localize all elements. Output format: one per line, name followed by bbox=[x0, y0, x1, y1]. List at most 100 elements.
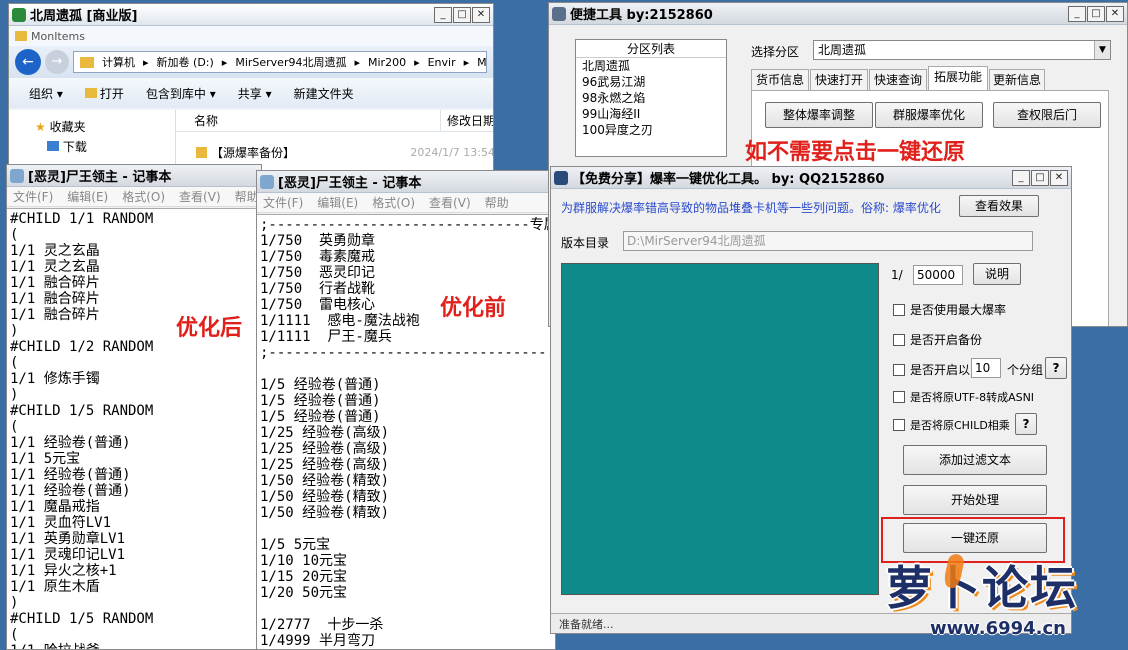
menu-edit[interactable]: 编辑(E) bbox=[317, 194, 358, 211]
option-utf8-to-ansi[interactable]: 是否将原UTF-8转成ASNI bbox=[893, 389, 1034, 405]
add-filter-text-button[interactable]: 添加过滤文本 bbox=[903, 445, 1047, 475]
app-icon bbox=[12, 7, 26, 22]
column-name[interactable]: 名称 bbox=[176, 110, 441, 131]
checkbox[interactable] bbox=[893, 363, 905, 376]
partition-item[interactable]: 99山海经II bbox=[576, 106, 726, 122]
folder-icon bbox=[80, 56, 94, 68]
path-segment[interactable]: 计算机 bbox=[102, 54, 135, 70]
start-process-button[interactable]: 开始处理 bbox=[903, 485, 1047, 515]
overall-rate-adjust-button[interactable]: 整体爆率调整 bbox=[765, 102, 873, 128]
option-max-rate[interactable]: 是否使用最大爆率 bbox=[893, 301, 1006, 318]
rate-input[interactable]: 50000 bbox=[913, 265, 963, 285]
new-folder-button[interactable]: 新建文件夹 bbox=[294, 85, 354, 102]
download-folder-icon bbox=[47, 141, 59, 151]
watermark-logo-text: 萝卜论坛 bbox=[886, 561, 1078, 615]
tab-update-info[interactable]: 更新信息 bbox=[989, 69, 1045, 91]
file-date: 2024/1/7 13:54 bbox=[410, 145, 494, 159]
tab-quick-open[interactable]: 快速打开 bbox=[810, 69, 868, 91]
tab-quick-query[interactable]: 快速查询 bbox=[869, 69, 927, 91]
chevron-down-icon: ▼ bbox=[1094, 41, 1110, 59]
path-segment[interactable]: MirServer94北周遗孤 bbox=[235, 54, 346, 70]
menu-format[interactable]: 格式(O) bbox=[122, 188, 165, 205]
optimizer-title: 【免费分享】爆率一键优化工具。 by: QQ2152860 bbox=[572, 172, 885, 187]
maximize-button[interactable]: □ bbox=[453, 6, 471, 23]
checkbox[interactable] bbox=[893, 303, 905, 316]
explorer-window: 北周遗孤 [商业版] _ □ ✕ MonItems ← → 计算机 ▸ 新加卷 (D:… bbox=[8, 3, 494, 183]
partition-list[interactable]: 分区列表 北周遗孤 96武易江湖 98永燃之焰 99山海经II 100异度之刃 bbox=[575, 39, 727, 157]
child-help-button[interactable]: ? bbox=[1015, 413, 1037, 435]
notepad-after-titlebar[interactable]: [恶灵]尸王领主 - 记事本 bbox=[7, 165, 261, 187]
file-name: 【源爆率备份】 bbox=[210, 145, 295, 160]
open-button[interactable]: 打开 bbox=[84, 85, 124, 102]
group-count-input[interactable]: 10 bbox=[971, 358, 1001, 378]
notepad-before-text[interactable]: ;-------------------------------专属装 1/75… bbox=[257, 214, 555, 649]
optimizer-titlebar[interactable]: 【免费分享】爆率一键优化工具。 by: QQ2152860 _ □ ✕ bbox=[551, 167, 1071, 189]
nav-favorites[interactable]: ★ 收藏夹 bbox=[9, 110, 175, 135]
file-list-header: 名称 修改日期 bbox=[176, 110, 493, 132]
forward-icon[interactable]: → bbox=[45, 50, 69, 74]
nav-download[interactable]: 下载 bbox=[9, 135, 175, 155]
preview-panel bbox=[561, 263, 879, 595]
path-segment[interactable]: Mir200 bbox=[368, 56, 406, 69]
partition-select[interactable]: 北周遗孤 ▼ bbox=[813, 40, 1111, 60]
chevron-right-icon: ▸ bbox=[354, 55, 360, 69]
version-dir-input[interactable]: D:\MirServer94北周遗孤 bbox=[623, 231, 1033, 251]
checkbox[interactable] bbox=[893, 419, 905, 431]
label-before: 优化前 bbox=[440, 296, 507, 321]
close-button[interactable]: ✕ bbox=[472, 6, 490, 23]
file-row[interactable]: 【源爆率备份】 2024/1/7 13:54 bbox=[176, 140, 494, 164]
share-button[interactable]: 共享 ▾ bbox=[238, 85, 272, 102]
notepad-icon bbox=[260, 174, 274, 189]
explorer-toolbar: 组织 ▾ 打开 包含到库中 ▾ 共享 ▾ 新建文件夹 bbox=[9, 78, 493, 108]
partition-item[interactable]: 北周遗孤 bbox=[576, 58, 726, 74]
menu-format[interactable]: 格式(O) bbox=[372, 194, 415, 211]
partition-item[interactable]: 100异度之刃 bbox=[576, 122, 726, 138]
chevron-right-icon: ▸ bbox=[463, 55, 470, 69]
partition-item[interactable]: 98永燃之焰 bbox=[576, 90, 726, 106]
option-backup[interactable]: 是否开启备份 bbox=[893, 331, 982, 348]
menu-view[interactable]: 查看(V) bbox=[429, 194, 471, 211]
rate-prefix: 1/ bbox=[891, 268, 903, 282]
minimize-button[interactable]: _ bbox=[1068, 5, 1086, 22]
path-segment[interactable]: MonItems bbox=[477, 56, 486, 69]
minimize-button[interactable]: _ bbox=[434, 6, 452, 23]
menu-help[interactable]: 帮助 bbox=[485, 194, 509, 211]
organize-button[interactable]: 组织 ▾ bbox=[29, 85, 63, 102]
notepad-after-window: [恶灵]尸王领主 - 记事本 文件(F) 编辑(E) 格式(O) 查看(V) 帮… bbox=[6, 164, 262, 650]
option-grouping[interactable]: 是否开启以 bbox=[893, 361, 970, 378]
close-button[interactable]: ✕ bbox=[1050, 169, 1068, 186]
open-icon bbox=[84, 87, 97, 98]
partition-item[interactable]: 96武易江湖 bbox=[576, 74, 726, 90]
address-bar[interactable]: 计算机 ▸ 新加卷 (D:) ▸ MirServer94北周遗孤 ▸ Mir200 ▸ … bbox=[73, 51, 487, 73]
explorer-titlebar[interactable]: 北周遗孤 [商业版] _ □ ✕ bbox=[9, 4, 493, 26]
select-partition-label: 选择分区 bbox=[751, 45, 800, 59]
menu-file[interactable]: 文件(F) bbox=[13, 188, 53, 205]
check-backdoor-button[interactable]: 查权限后门 bbox=[993, 102, 1101, 128]
include-library-button[interactable]: 包含到库中 ▾ bbox=[146, 85, 216, 102]
minimize-button[interactable]: _ bbox=[1012, 169, 1030, 186]
notepad-before-titlebar[interactable]: [恶灵]尸王领主 - 记事本 bbox=[257, 171, 555, 193]
menu-view[interactable]: 查看(V) bbox=[179, 188, 221, 205]
explain-button[interactable]: 说明 bbox=[973, 263, 1021, 285]
maximize-button[interactable]: □ bbox=[1031, 169, 1049, 186]
notepad-after-text[interactable]: #CHILD 1/1 RANDOM ( 1/1 灵之玄晶 1/1 灵之玄晶 1/… bbox=[7, 208, 261, 649]
checkbox[interactable] bbox=[893, 391, 905, 403]
path-segment[interactable]: Envir bbox=[428, 56, 456, 69]
maximize-button[interactable]: □ bbox=[1087, 5, 1105, 22]
path-segment[interactable]: 新加卷 (D:) bbox=[157, 54, 214, 70]
column-date[interactable]: 修改日期 bbox=[441, 110, 493, 131]
back-icon[interactable]: ← bbox=[15, 49, 41, 75]
option-child-multiply[interactable]: 是否将原CHILD相乘 bbox=[893, 417, 1010, 433]
tab-currency[interactable]: 货币信息 bbox=[751, 69, 809, 91]
tab-extension[interactable]: 拓展功能 bbox=[928, 66, 988, 91]
group-suffix: 个分组 bbox=[1007, 363, 1044, 377]
group-help-button[interactable]: ? bbox=[1045, 357, 1067, 379]
view-effect-button[interactable]: 查看效果 bbox=[959, 195, 1039, 217]
menu-edit[interactable]: 编辑(E) bbox=[67, 188, 108, 205]
close-button[interactable]: ✕ bbox=[1106, 5, 1124, 22]
menu-file[interactable]: 文件(F) bbox=[263, 194, 303, 211]
one-click-restore-button[interactable]: 一键还原 bbox=[903, 523, 1047, 553]
quick-tool-titlebar[interactable]: 便捷工具 by:2152860 _ □ ✕ bbox=[549, 3, 1127, 25]
checkbox[interactable] bbox=[893, 333, 905, 346]
group-rate-optimize-button[interactable]: 群服爆率优化 bbox=[875, 102, 983, 128]
